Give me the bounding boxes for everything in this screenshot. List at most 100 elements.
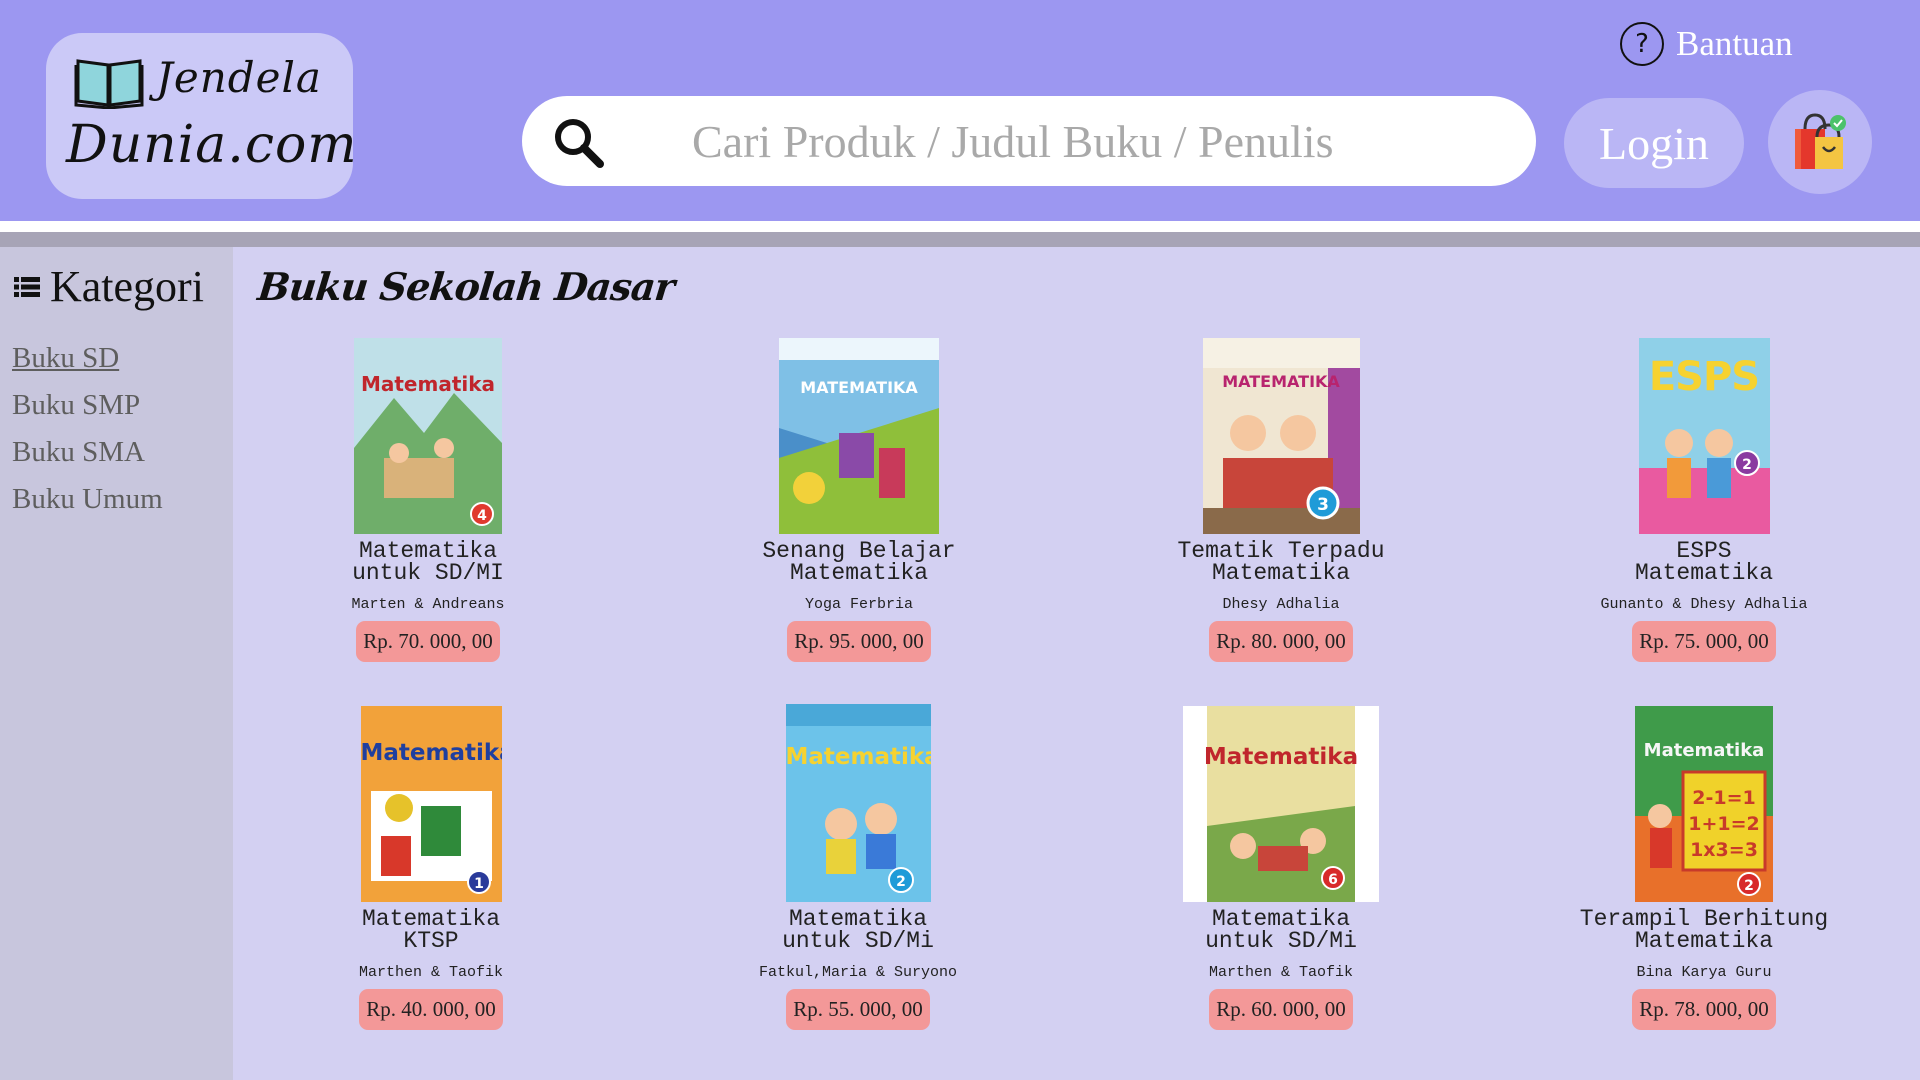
price-tag[interactable]: Rp. 70. 000, 00 — [356, 621, 500, 662]
svg-text:1+1=2: 1+1=2 — [1688, 813, 1760, 835]
price-tag[interactable]: Rp. 40. 000, 00 — [359, 989, 503, 1030]
book-cover-art — [779, 338, 939, 534]
svg-text:3: 3 — [1317, 495, 1329, 515]
category-sidebar: Kategori Buku SD Buku SMP Buku SMA Buku … — [0, 247, 233, 1080]
book-cover-art: 2 — [785, 704, 931, 902]
book-title: Matematika untuk SD/Mi — [698, 906, 1018, 954]
price-tag[interactable]: Rp. 95. 000, 00 — [787, 621, 931, 662]
cover-title: MATEMATIKA — [1222, 372, 1340, 391]
price-tag[interactable]: Rp. 75. 000, 00 — [1632, 621, 1776, 662]
book-cover[interactable]: 3 MATEMATIKA — [1202, 338, 1360, 534]
cover-title: Matematika — [360, 372, 496, 396]
book-title-line2: Matematika — [1634, 560, 1774, 586]
product-card[interactable]: 4 Matematika Matematika untuk SD/MI Mart… — [268, 338, 588, 662]
cover-title: Matematika — [1643, 740, 1765, 761]
magnifier-icon — [555, 119, 604, 168]
header-bar: Jendela Dunia.com ? Bantuan Login — [0, 0, 1920, 221]
cover-title: Matematika — [785, 744, 931, 770]
book-author: Gunanto & Dhesy Adhalia — [1600, 596, 1808, 613]
svg-text:2-1=1: 2-1=1 — [1692, 787, 1755, 809]
product-card[interactable]: 2-1=1 1+1=2 1x3=3 2 Matematika Terampil … — [1544, 706, 1864, 1030]
svg-text:4: 4 — [477, 508, 487, 524]
book-author: Marthen & Taofik — [358, 964, 504, 981]
logo-text-line1: Jendela — [156, 53, 322, 102]
sidebar-item-buku-sma[interactable]: Buku SMA — [12, 429, 163, 476]
book-title-line2: untuk SD/Mi — [782, 928, 934, 954]
book-author: Marthen & Taofik — [1208, 964, 1354, 981]
book-author: Fatkul,Maria & Suryono — [758, 964, 958, 981]
cart-button[interactable] — [1768, 90, 1872, 194]
book-author: Marten & Andreans — [351, 596, 505, 613]
svg-text:2: 2 — [1742, 457, 1752, 473]
product-card[interactable]: 1 Matematika Matematika KTSP Marthen & T… — [271, 706, 591, 1030]
cover-title: Matematika — [360, 740, 502, 766]
book-cover-art: 4 — [354, 338, 502, 534]
shopping-bag-icon — [1795, 113, 1846, 169]
book-cover-art: 1 — [360, 706, 502, 902]
book-title: Tematik Terpadu Matematika — [1121, 538, 1441, 586]
book-author: Yoga Ferbria — [804, 596, 914, 613]
book-title-line2: untuk SD/MI — [352, 560, 504, 586]
book-title-line1: Tematik Terpadu — [1177, 538, 1385, 564]
question-circle-icon: ? — [1620, 22, 1664, 66]
cover-title: ESPS — [1648, 354, 1760, 400]
book-title: Terampil Berhitung Matematika — [1544, 906, 1864, 954]
product-card[interactable]: 2 Matematika Matematika untuk SD/Mi Fatk… — [698, 704, 1018, 1030]
book-cover[interactable]: 6 Matematika — [1183, 706, 1379, 902]
header-divider-shadow — [0, 232, 1920, 247]
book-author: Bina Karya Guru — [1636, 964, 1772, 981]
book-cover[interactable]: 2-1=1 1+1=2 1x3=3 2 Matematika — [1635, 706, 1773, 902]
book-title: Matematika untuk SD/MI — [268, 538, 588, 586]
price-tag[interactable]: Rp. 80. 000, 00 — [1209, 621, 1353, 662]
book-cover[interactable]: 2 ESPS — [1638, 338, 1770, 534]
section-title: Buku Sekolah Dasar — [255, 264, 677, 309]
book-cover[interactable]: MATEMATIKA — [779, 338, 939, 534]
book-title-line1: Senang Belajar — [762, 538, 956, 564]
price-tag[interactable]: Rp. 78. 000, 00 — [1632, 989, 1776, 1030]
book-title-line2: Matematika — [1634, 928, 1774, 954]
price-tag[interactable]: Rp. 55. 000, 00 — [786, 989, 930, 1030]
book-title-line1: Matematika — [1211, 906, 1351, 932]
svg-text:2: 2 — [896, 874, 906, 890]
help-link[interactable]: ? Bantuan — [1620, 22, 1793, 66]
svg-text:1x3=3: 1x3=3 — [1690, 839, 1758, 861]
svg-text:1: 1 — [474, 876, 484, 892]
product-card[interactable]: MATEMATIKA Senang Belajar Matematika Yog… — [699, 338, 1019, 662]
book-cover[interactable]: 2 Matematika — [785, 704, 931, 902]
open-book-icon — [74, 59, 144, 109]
site-logo[interactable]: Jendela Dunia.com — [46, 33, 357, 199]
book-title-line2: Matematika — [1211, 560, 1351, 586]
book-cover-art: 3 — [1202, 338, 1360, 534]
svg-text:6: 6 — [1328, 872, 1338, 888]
book-title-line2: Matematika — [789, 560, 929, 586]
cover-title: MATEMATIKA — [800, 378, 918, 397]
cover-title: Matematika — [1203, 744, 1359, 770]
book-title-line1: Matematika — [358, 538, 498, 564]
header-divider — [0, 221, 1920, 232]
login-button[interactable]: Login — [1564, 98, 1744, 188]
book-title-line1: Terampil Berhitung — [1579, 906, 1829, 932]
help-label: Bantuan — [1676, 24, 1793, 63]
list-icon — [14, 276, 40, 297]
book-title: Senang Belajar Matematika — [699, 538, 1019, 586]
price-tag[interactable]: Rp. 60. 000, 00 — [1209, 989, 1353, 1030]
book-cover[interactable]: 4 Matematika — [354, 338, 502, 534]
sidebar-item-buku-smp[interactable]: Buku SMP — [12, 382, 163, 429]
search-bar[interactable] — [522, 96, 1536, 186]
logo-text-line2: Dunia.com — [66, 115, 358, 175]
book-title-line1: Matematika — [361, 906, 501, 932]
book-title-line2: untuk SD/Mi — [1205, 928, 1357, 954]
book-title-line1: Matematika — [788, 906, 928, 932]
product-card[interactable]: 6 Matematika Matematika untuk SD/Mi Mart… — [1121, 706, 1441, 1030]
book-cover[interactable]: 1 Matematika — [360, 706, 502, 902]
product-card[interactable]: 2 ESPS ESPS Matematika Gunanto & Dhesy A… — [1544, 338, 1864, 662]
book-title: Matematika KTSP — [271, 906, 591, 954]
sidebar-item-buku-sd[interactable]: Buku SD — [12, 335, 163, 382]
book-cover-art: 2-1=1 1+1=2 1x3=3 2 — [1635, 706, 1773, 902]
book-title-line1: ESPS — [1676, 538, 1732, 564]
sidebar-item-buku-umum[interactable]: Buku Umum — [12, 476, 163, 523]
book-title-line2: KTSP — [403, 928, 459, 954]
product-card[interactable]: 3 MATEMATIKA Tematik Terpadu Matematika … — [1121, 338, 1441, 662]
category-heading: Kategori — [14, 261, 204, 312]
search-input[interactable] — [692, 109, 1492, 173]
